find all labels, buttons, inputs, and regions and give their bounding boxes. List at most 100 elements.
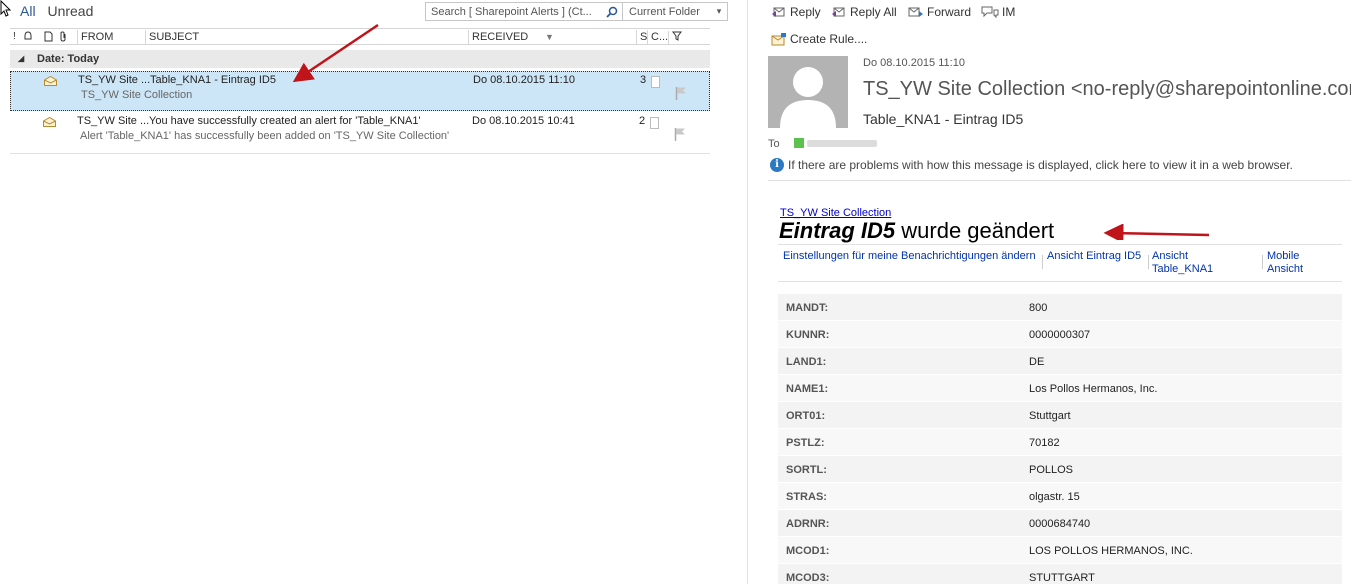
property-value: 800 [1029, 302, 1048, 314]
link-notification-settings[interactable]: Einstellungen für meine Benachrichtigung… [783, 250, 1038, 263]
column-header: ! FROM SUBJECT RECEIVED ▼ S C... [10, 28, 710, 45]
link-view-item[interactable]: Ansicht Eintrag ID5 [1047, 250, 1147, 263]
property-value: Stuttgart [1029, 410, 1071, 422]
sender-avatar [768, 56, 848, 128]
open-envelope-icon [44, 76, 57, 86]
importance-column-icon[interactable]: ! [13, 31, 16, 42]
property-key: SORTL: [786, 464, 827, 476]
message-received: Do 08.10.2015 11:10 [473, 74, 575, 86]
column-subject[interactable]: SUBJECT [145, 30, 199, 44]
message-received: Do 08.10.2015 10:41 [472, 115, 575, 127]
property-row: LAND1: DE [778, 348, 1342, 375]
link-separator [1042, 255, 1043, 269]
chevron-down-icon[interactable]: ▾ [711, 6, 727, 17]
property-row: MANDT: 800 [778, 294, 1342, 321]
message-subject-heading: Table_KNA1 - Eintrag ID5 [863, 111, 1024, 127]
im-button[interactable]: IM [981, 5, 1015, 19]
group-label: Date: Today [37, 53, 100, 65]
property-key: STRAS: [786, 491, 827, 503]
recipient-redacted[interactable] [807, 140, 877, 147]
search-scope-dropdown[interactable]: Current Folder [623, 6, 711, 18]
flag-icon[interactable] [674, 127, 686, 141]
column-categories[interactable]: C... [647, 30, 668, 44]
property-row: KUNNR: 0000000307 [778, 321, 1342, 348]
property-key: LAND1: [786, 356, 827, 368]
collapse-triangle-icon[interactable]: ◢ [18, 50, 24, 68]
link-mobile-view[interactable]: Mobile Ansicht [1267, 250, 1327, 276]
category-box[interactable] [651, 76, 660, 88]
property-row: MCOD1: LOS POLLOS HERMANOS, INC. [778, 537, 1342, 564]
column-size[interactable]: S [636, 30, 647, 44]
attachment-column-icon[interactable] [59, 31, 67, 45]
reply-all-button[interactable]: Reply All [831, 5, 897, 19]
flag-icon[interactable] [675, 86, 687, 100]
message-row[interactable]: TS_YW Site ... You have successfully cre… [10, 113, 710, 153]
message-subject: You have successfully created an alert f… [149, 115, 421, 127]
search-icon[interactable] [601, 3, 623, 20]
column-received[interactable]: RECEIVED ▼ [468, 30, 638, 44]
property-row: SORTL: POLLOS [778, 456, 1342, 483]
property-row: MCOD3: STUTTGART [778, 564, 1342, 584]
forward-icon [908, 7, 923, 17]
rules-icon [771, 33, 786, 46]
column-from[interactable]: FROM [77, 30, 113, 44]
property-row: NAME1: Los Pollos Hermanos, Inc. [778, 375, 1342, 402]
reply-button[interactable]: Reply [771, 5, 821, 19]
property-value: 0000000307 [1029, 329, 1091, 341]
group-header-today[interactable]: ◢ Date: Today [10, 50, 710, 68]
search-box[interactable]: Search [ Sharepoint Alerts ] (Ct... Curr… [425, 2, 728, 21]
header-divider [768, 180, 1351, 181]
property-key: MANDT: [786, 302, 829, 314]
property-value: olgastr. 15 [1029, 491, 1080, 503]
sort-descending-icon: ▼ [545, 32, 554, 42]
item-properties-table: MANDT: 800 KUNNR: 0000000307 LAND1: DE NAME… [778, 294, 1342, 584]
to-label: To [768, 138, 780, 150]
create-rule-label: Create Rule.... [790, 32, 868, 46]
reply-all-icon [832, 7, 845, 17]
property-key: MCOD1: [786, 545, 830, 557]
message-row[interactable]: TS_YW Site ... Table_KNA1 - Eintrag ID5 … [10, 71, 710, 111]
message-preview: Alert 'Table_KNA1' has successfully been… [80, 130, 450, 142]
chat-icon [981, 6, 999, 19]
property-key: PSTLZ: [786, 437, 825, 449]
category-box[interactable] [650, 117, 659, 129]
property-value: 0000684740 [1029, 518, 1091, 530]
link-view-list[interactable]: Ansicht Table_KNA1 [1152, 250, 1252, 276]
property-row: ADRNR: 0000684740 [778, 510, 1342, 537]
property-row: ORT01: Stuttgart [778, 402, 1342, 429]
property-row: STRAS: olgastr. 15 [778, 483, 1342, 510]
alert-headline: Eintrag ID5 wurde geändert [779, 218, 1054, 244]
forward-button[interactable]: Forward [908, 5, 971, 19]
property-key: MCOD3: [786, 572, 830, 584]
forward-label: Forward [927, 5, 972, 19]
mouse-cursor-icon [0, 0, 12, 17]
message-size: 3 [640, 74, 647, 86]
property-key: KUNNR: [786, 329, 830, 341]
property-value: Los Pollos Hermanos, Inc. [1029, 383, 1158, 395]
view-in-browser-notice[interactable]: If there are problems with how this mess… [788, 158, 1293, 172]
message-preview: TS_YW Site Collection [81, 89, 193, 101]
property-value: POLLOS [1029, 464, 1074, 476]
info-icon: i [770, 158, 784, 172]
reminder-column-icon[interactable] [23, 31, 33, 44]
reply-label: Reply [790, 5, 821, 19]
message-size: 2 [639, 115, 646, 127]
flag-filter-icon[interactable] [668, 31, 682, 44]
property-key: NAME1: [786, 383, 829, 395]
headline-item: Eintrag ID5 [779, 218, 896, 243]
icon-column-icon[interactable] [44, 31, 53, 45]
search-input[interactable]: Search [ Sharepoint Alerts ] (Ct... [426, 6, 601, 18]
create-rule-button[interactable]: Create Rule.... [771, 32, 867, 46]
open-envelope-icon [43, 117, 56, 127]
filter-unread[interactable]: Unread [47, 3, 93, 19]
message-from: TS_YW Site ... [77, 115, 150, 127]
message-date: Do 08.10.2015 11:10 [863, 57, 965, 69]
headline-status: wurde geändert [901, 218, 1055, 243]
column-received-label: RECEIVED [472, 31, 529, 43]
presence-status-icon [794, 138, 804, 148]
filter-bar: All Unread [20, 3, 101, 19]
property-value: LOS POLLOS HERMANOS, INC. [1029, 545, 1193, 557]
im-label: IM [1002, 5, 1016, 19]
filter-all[interactable]: All [20, 3, 36, 19]
message-sender[interactable]: TS_YW Site Collection <no-reply@sharepoi… [863, 78, 1351, 101]
